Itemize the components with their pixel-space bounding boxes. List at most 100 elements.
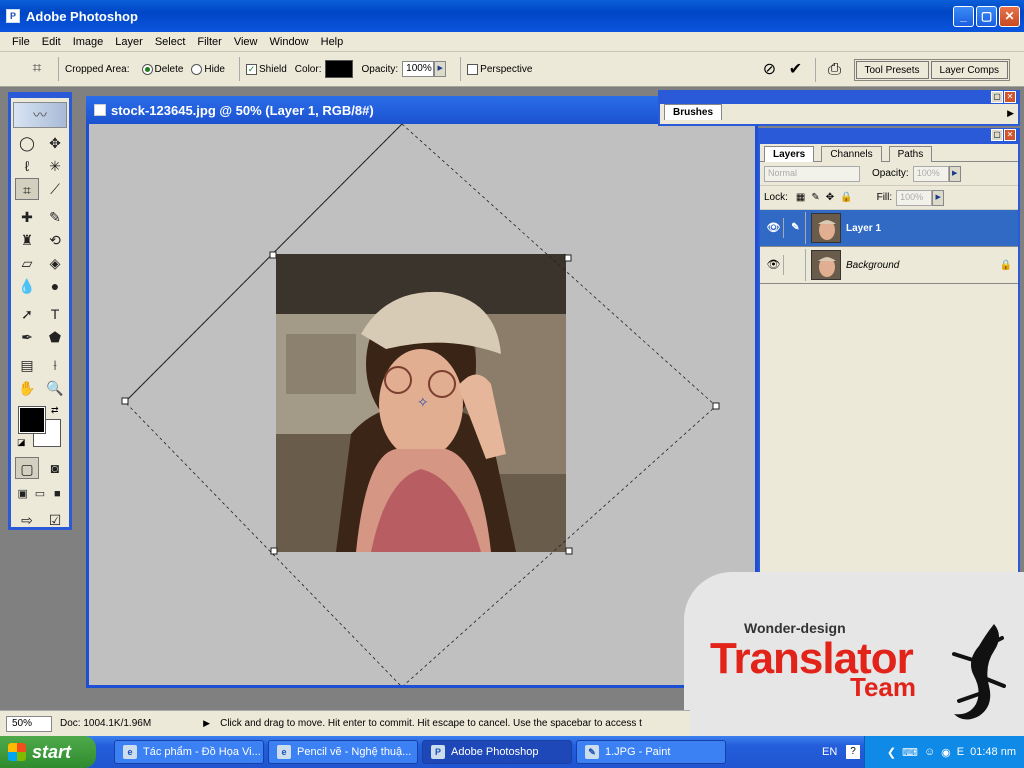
tray-volume-icon[interactable]: ◉ xyxy=(941,746,951,759)
cancel-crop-icon[interactable]: ⊘ xyxy=(757,57,783,83)
tray-arrow-icon[interactable]: ❮ xyxy=(887,746,896,759)
layer-row-background[interactable]: 👁 Background 🔒 xyxy=(760,247,1018,284)
eraser-tool-icon[interactable]: ▱ xyxy=(15,252,39,274)
link-empty-box[interactable] xyxy=(786,249,806,281)
commit-crop-icon[interactable]: ✔ xyxy=(783,57,809,83)
menu-window[interactable]: Window xyxy=(264,36,315,48)
menu-select[interactable]: Select xyxy=(149,36,192,48)
notes-tool-icon[interactable]: ▤ xyxy=(15,354,39,376)
taskbar-item-photoshop[interactable]: P Adobe Photoshop xyxy=(422,740,572,764)
jump-to-imageready-icon[interactable]: ⇨ xyxy=(15,509,39,531)
zoom-tool-icon[interactable]: 🔍 xyxy=(43,377,67,399)
panel-minimize-icon[interactable]: ▢ xyxy=(991,91,1003,103)
menu-filter[interactable]: Filter xyxy=(191,36,227,48)
language-indicator[interactable]: EN xyxy=(822,746,837,758)
panel-minimize-icon[interactable]: ▢ xyxy=(991,129,1003,141)
visibility-eye-icon[interactable]: 👁 xyxy=(764,255,784,275)
tab-channels[interactable]: Channels xyxy=(821,146,882,162)
status-arrow-icon[interactable]: ▶ xyxy=(203,718,210,729)
foreground-color-swatch[interactable] xyxy=(18,406,46,434)
checkmark-icon: ✓ xyxy=(245,63,257,75)
tray-messenger-icon[interactable]: ☺ xyxy=(924,746,935,758)
tab-layers[interactable]: Layers xyxy=(764,146,815,162)
shape-tool-icon[interactable]: ⬟ xyxy=(43,326,67,348)
layer-comps-tab[interactable]: Layer Comps xyxy=(930,60,1008,79)
marquee-tool-icon[interactable]: ◯ xyxy=(15,132,39,154)
move-tool-icon[interactable]: ✥ xyxy=(43,132,67,154)
lock-image-icon[interactable]: ✎ xyxy=(811,192,819,203)
shield-checkbox[interactable]: ✓ Shield xyxy=(245,63,287,75)
quick-mask-mode-icon[interactable]: ◙ xyxy=(43,457,67,479)
lock-transparent-icon[interactable]: ▦ xyxy=(796,192,805,203)
menu-view[interactable]: View xyxy=(228,36,264,48)
tray-network-icon[interactable]: ⌨ xyxy=(902,746,918,759)
crop-bounding-box[interactable]: ✧ xyxy=(89,124,755,685)
hand-tool-icon[interactable]: ✋ xyxy=(15,377,39,399)
layer-opacity-field[interactable]: 100% xyxy=(912,165,949,182)
edit-in-imageready-icon[interactable]: ☑ xyxy=(43,509,67,531)
menu-file[interactable]: File xyxy=(6,36,36,48)
start-button[interactable]: start xyxy=(0,736,96,768)
tool-presets-tab[interactable]: Tool Presets xyxy=(855,60,929,79)
panel-close-icon[interactable]: ✕ xyxy=(1004,91,1016,103)
menu-edit[interactable]: Edit xyxy=(36,36,67,48)
zoom-level-field[interactable]: 50% xyxy=(6,715,52,732)
crop-tool-preset-icon[interactable]: ⌗ xyxy=(22,56,52,82)
blend-mode-select[interactable]: Normal xyxy=(764,165,860,182)
clone-stamp-tool-icon[interactable]: ♜ xyxy=(15,229,39,251)
taskbar-item-ie-2[interactable]: e Pencil vẽ - Nghệ thuậ... xyxy=(268,740,418,764)
crop-handle xyxy=(121,397,129,405)
delete-radio[interactable]: Delete xyxy=(141,63,183,75)
brushes-tab[interactable]: Brushes xyxy=(664,104,723,120)
lock-all-icon[interactable]: 🔒 xyxy=(840,192,852,203)
layer-opacity-arrow-icon[interactable]: ▶ xyxy=(948,165,961,182)
panel-close-icon[interactable]: ✕ xyxy=(1004,129,1016,141)
menu-help[interactable]: Help xyxy=(315,36,350,48)
tab-paths[interactable]: Paths xyxy=(888,146,933,162)
perspective-checkbox[interactable]: Perspective xyxy=(467,63,532,75)
shield-color-swatch[interactable] xyxy=(325,60,354,78)
standard-screen-mode-icon[interactable]: ▣ xyxy=(15,483,30,505)
file-browser-icon[interactable]: ⎙ xyxy=(822,57,848,83)
healing-brush-tool-icon[interactable]: ✚ xyxy=(15,206,39,228)
brush-tool-icon[interactable]: ✎ xyxy=(43,206,67,228)
blur-tool-icon[interactable]: 💧 xyxy=(15,275,39,297)
menu-layer[interactable]: Layer xyxy=(109,36,149,48)
hide-radio[interactable]: Hide xyxy=(191,63,225,75)
lock-position-icon[interactable]: ✥ xyxy=(826,192,834,203)
magic-wand-tool-icon[interactable]: ✳ xyxy=(43,155,67,177)
pen-tool-icon[interactable]: ✒ xyxy=(15,326,39,348)
tray-e-icon[interactable]: E xyxy=(957,746,964,758)
taskbar-item-paint[interactable]: ✎ 1.JPG - Paint xyxy=(576,740,726,764)
opacity-arrow-icon[interactable]: ▶ xyxy=(434,61,447,77)
full-screen-menu-mode-icon[interactable]: ▭ xyxy=(32,483,47,505)
taskbar-item-ie-1[interactable]: e Tác phẩm - Đồ Họa Vi... xyxy=(114,740,264,764)
close-button[interactable]: ✕ xyxy=(999,6,1020,27)
lasso-tool-icon[interactable]: ℓ xyxy=(15,155,39,177)
visibility-eye-icon[interactable]: 👁 xyxy=(764,218,784,238)
paint-bucket-tool-icon[interactable]: ◈ xyxy=(43,252,67,274)
standard-mode-icon[interactable]: ▢ xyxy=(15,457,39,479)
slice-tool-icon[interactable]: ⟋ xyxy=(43,178,67,200)
brush-link-icon[interactable]: ✎ xyxy=(786,212,806,244)
swap-colors-icon[interactable]: ⇄ xyxy=(51,405,59,416)
layer-row-layer-1[interactable]: 👁 ✎ Layer 1 xyxy=(760,210,1018,247)
minimize-button[interactable]: _ xyxy=(953,6,974,27)
help-icon[interactable]: ? xyxy=(846,745,860,759)
dodge-tool-icon[interactable]: ● xyxy=(43,275,67,297)
default-colors-icon[interactable]: ◪ xyxy=(17,437,26,448)
menu-image[interactable]: Image xyxy=(67,36,110,48)
full-screen-mode-icon[interactable]: ■ xyxy=(50,483,65,505)
fill-arrow-icon[interactable]: ▶ xyxy=(932,189,945,206)
type-tool-icon[interactable]: T xyxy=(43,303,67,325)
crop-tool-icon[interactable]: ⌗ xyxy=(15,178,39,200)
opacity-field[interactable]: 100% xyxy=(402,61,435,77)
eyedropper-tool-icon[interactable]: ⟊ xyxy=(43,354,67,376)
path-selection-tool-icon[interactable]: ➚ xyxy=(15,303,39,325)
fill-field[interactable]: 100% xyxy=(896,189,933,206)
maximize-button[interactable]: ▢ xyxy=(976,6,997,27)
panel-menu-arrow-icon[interactable]: ▶ xyxy=(1007,108,1014,119)
windows-taskbar: start e Tác phẩm - Đồ Họa Vi... e Pencil… xyxy=(0,736,1024,768)
history-brush-tool-icon[interactable]: ⟲ xyxy=(43,229,67,251)
feather-logo-icon[interactable]: 〰 xyxy=(13,102,67,128)
